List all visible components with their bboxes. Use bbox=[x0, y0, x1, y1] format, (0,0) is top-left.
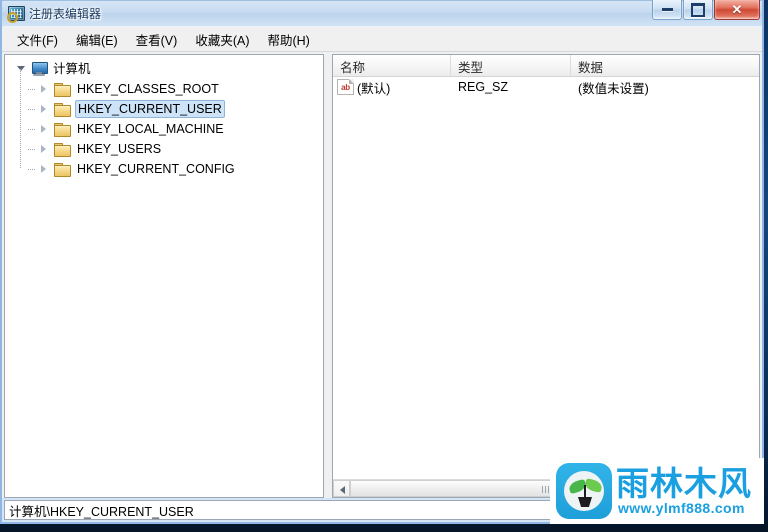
work-area: 计算机 HKEY_CLASSES_ROOT HKEY_CURRENT_USER bbox=[2, 52, 762, 498]
cell-type: REG_SZ bbox=[458, 80, 509, 94]
tree-item-label: HKEY_CLASSES_ROOT bbox=[77, 82, 219, 96]
tree-item-label: 计算机 bbox=[53, 62, 91, 76]
menu-help[interactable]: 帮助(H) bbox=[258, 27, 318, 52]
tree-item-hkey-users[interactable]: HKEY_USERS bbox=[5, 129, 323, 169]
registry-values-panel[interactable]: 名称 类型 数据 ab (默认) REG_SZ (数值未设置) bbox=[332, 54, 760, 498]
tree-item-label: HKEY_CURRENT_USER bbox=[75, 100, 225, 118]
scroll-left-button[interactable] bbox=[333, 480, 350, 497]
watermark-url: www.ylmf888.com bbox=[618, 499, 745, 516]
menu-edit[interactable]: 编辑(E) bbox=[67, 27, 127, 52]
folder-icon bbox=[54, 142, 71, 157]
folder-icon bbox=[54, 122, 71, 137]
menu-bar: 文件(F) 编辑(E) 查看(V) 收藏夹(A) 帮助(H) bbox=[2, 27, 762, 52]
value-name-label: (默认) bbox=[357, 81, 391, 96]
column-header-name[interactable]: 名称 bbox=[333, 55, 451, 76]
chevron-right-icon[interactable] bbox=[37, 142, 51, 156]
chevron-right-icon[interactable] bbox=[37, 102, 51, 116]
watermark-text: 雨林木风 www.ylmf888.com bbox=[616, 463, 752, 516]
tree-item-label: HKEY_LOCAL_MACHINE bbox=[77, 122, 224, 136]
cell-name: ab (默认) bbox=[333, 78, 451, 97]
computer-monitor-icon bbox=[31, 62, 48, 76]
registry-editor-icon bbox=[7, 5, 25, 23]
chevron-right-icon[interactable] bbox=[37, 162, 51, 176]
maximize-icon bbox=[684, 0, 712, 19]
tree-item-hkey-current-user[interactable]: HKEY_CURRENT_USER bbox=[5, 89, 323, 129]
watermark-brand: 雨林木风 bbox=[616, 463, 752, 503]
minimize-icon bbox=[653, 0, 681, 19]
window-controls: ✕ bbox=[651, 0, 760, 22]
close-icon: ✕ bbox=[731, 1, 743, 17]
tree-item-hkey-current-config[interactable]: HKEY_CURRENT_CONFIG bbox=[5, 159, 323, 179]
tree-item-label: HKEY_USERS bbox=[77, 142, 162, 156]
tree-item-hkey-classes-root[interactable]: HKEY_CLASSES_ROOT bbox=[5, 69, 323, 109]
list-rows: ab (默认) REG_SZ (数值未设置) bbox=[333, 77, 759, 479]
registry-editor-window: 注册表编辑器 ✕ 文件(F) 编辑(E) 查看(V) 收藏夹(A) 帮助(H) bbox=[0, 0, 764, 524]
chevron-right-icon[interactable] bbox=[37, 122, 51, 136]
window-title: 注册表编辑器 bbox=[29, 6, 102, 21]
list-header: 名称 类型 数据 bbox=[333, 55, 759, 77]
folder-icon bbox=[54, 162, 71, 177]
folder-icon bbox=[54, 82, 71, 97]
tree-item-computer[interactable]: 计算机 bbox=[5, 59, 323, 79]
maximize-button[interactable] bbox=[683, 0, 713, 20]
column-header-type[interactable]: 类型 bbox=[451, 55, 571, 76]
status-path: 计算机\HKEY_CURRENT_USER bbox=[9, 504, 194, 519]
watermark-overlay: 雨林木风 www.ylmf888.com bbox=[550, 458, 764, 524]
tree-item-hkey-local-machine[interactable]: HKEY_LOCAL_MACHINE bbox=[5, 109, 323, 149]
title-bar[interactable]: 注册表编辑器 ✕ bbox=[2, 0, 762, 27]
folder-icon bbox=[54, 102, 71, 117]
panel-splitter[interactable] bbox=[324, 54, 332, 498]
registry-tree-panel[interactable]: 计算机 HKEY_CLASSES_ROOT HKEY_CURRENT_USER bbox=[4, 54, 324, 498]
chevron-right-icon[interactable] bbox=[37, 82, 51, 96]
sprout-logo-icon bbox=[556, 463, 612, 519]
menu-favorites[interactable]: 收藏夹(A) bbox=[186, 27, 258, 52]
table-row[interactable]: ab (默认) REG_SZ (数值未设置) bbox=[333, 77, 759, 97]
column-header-data[interactable]: 数据 bbox=[571, 55, 759, 76]
menu-file[interactable]: 文件(F) bbox=[8, 27, 67, 52]
tree-item-label: HKEY_CURRENT_CONFIG bbox=[77, 162, 235, 176]
close-button[interactable]: ✕ bbox=[714, 0, 760, 20]
menu-view[interactable]: 查看(V) bbox=[127, 27, 187, 52]
cell-data: (数值未设置) bbox=[578, 81, 649, 96]
minimize-button[interactable] bbox=[652, 0, 682, 20]
chevron-down-icon[interactable] bbox=[15, 62, 29, 76]
string-value-ab-icon: ab bbox=[337, 79, 354, 95]
registry-tree[interactable]: 计算机 HKEY_CLASSES_ROOT HKEY_CURRENT_USER bbox=[5, 55, 323, 497]
